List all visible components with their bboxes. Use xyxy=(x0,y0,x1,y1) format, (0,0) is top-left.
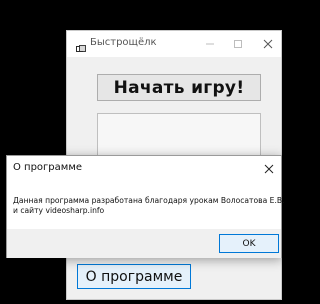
close-icon[interactable] xyxy=(261,161,277,177)
dialog-footer: OK xyxy=(7,229,281,258)
start-game-button[interactable]: Начать игру! xyxy=(97,74,261,101)
dialog-titlebar: О программе xyxy=(7,156,281,182)
main-titlebar: Быстрощёлк xyxy=(67,31,281,57)
maximize-icon[interactable] xyxy=(229,35,247,53)
about-dialog: О программе Данная программа разработана… xyxy=(6,155,285,258)
app-icon xyxy=(76,39,86,52)
close-icon[interactable] xyxy=(259,35,277,53)
ok-button[interactable]: OK xyxy=(219,234,279,253)
dialog-message-line: и сайту videosharp.info xyxy=(13,206,105,215)
dialog-message: Данная программа разработана благодаря у… xyxy=(13,196,285,216)
about-button[interactable]: О программе xyxy=(77,264,191,289)
minimize-icon[interactable] xyxy=(201,35,219,53)
window-title: Быстрощёлк xyxy=(90,37,157,48)
dialog-title: О программе xyxy=(13,162,83,173)
dialog-message-line: Данная программа разработана благодаря у… xyxy=(13,196,285,205)
